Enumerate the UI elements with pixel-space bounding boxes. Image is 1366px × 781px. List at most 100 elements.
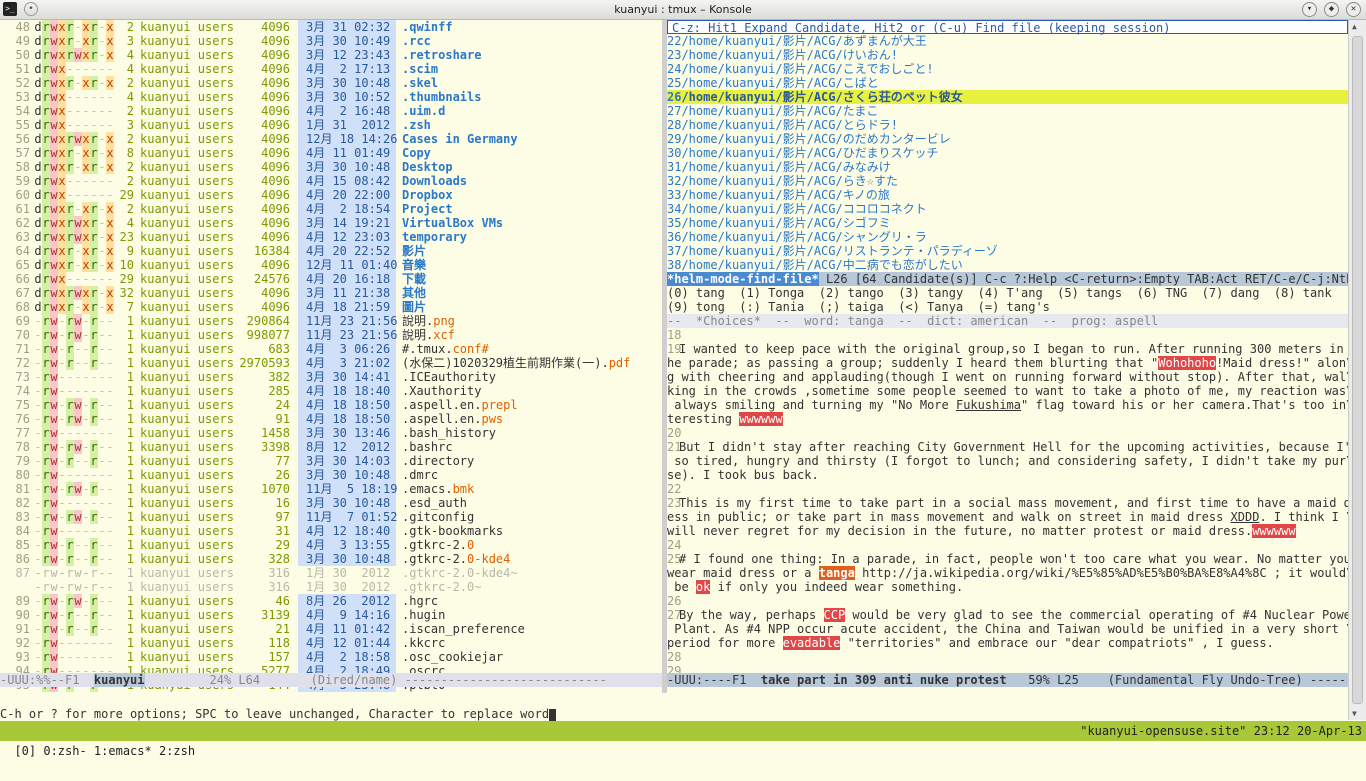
- dired-row[interactable]: 57 drwxr-xr-x 8 kuanyui users 4096 4月 11 01:4…: [0, 146, 662, 160]
- dired-row[interactable]: 75 -rw-rw-r-- 1 kuanyui users 24 4月 18 18:50.…: [0, 398, 662, 412]
- file-name[interactable]: .aspell.en.: [396, 398, 481, 412]
- file-name[interactable]: .osc_cookiejar: [396, 650, 503, 664]
- dired-row[interactable]: 85 -rw-r--r-- 1 kuanyui users 29 4月 3 13:55 .g…: [0, 538, 662, 552]
- minimize-button[interactable]: ▾: [1302, 2, 1317, 17]
- file-name[interactable]: .rcc: [396, 34, 431, 48]
- dired-row[interactable]: 58 drwxr-xr-x 2 kuanyui users 4096 3月 30 10:4…: [0, 160, 662, 174]
- scroll-up-icon[interactable]: ▲: [1352, 22, 1357, 31]
- dired-row[interactable]: 90 -rw-r--r-- 1 kuanyui users 3139 4月 9 14:16…: [0, 608, 662, 622]
- dired-row[interactable]: 62 drwxrwxr-x 4 kuanyui users 4096 3月 14 19:2…: [0, 216, 662, 230]
- file-name[interactable]: .dmrc: [396, 468, 438, 482]
- file-name[interactable]: Downloads: [396, 174, 467, 188]
- helm-candidate[interactable]: 23/home/kuanyui/影片/ACG/けいおん!: [667, 48, 1348, 62]
- dired-row[interactable]: 65 drwxr-xr-x 10 kuanyui users 4096 12月 11 01…: [0, 258, 662, 272]
- file-name[interactable]: 說明.: [396, 328, 433, 342]
- dired-row[interactable]: 74 -rw------- 1 kuanyui users 285 4月 18 18:40…: [0, 384, 662, 398]
- file-name[interactable]: temporary: [396, 230, 467, 244]
- maximize-button[interactable]: ◆: [1324, 2, 1339, 17]
- echo-area[interactable]: C-h or ? for more options; SPC to leave …: [0, 707, 1348, 721]
- dired-row[interactable]: 81 -rw-rw-r-- 1 kuanyui users 1070 11月 5 18:1…: [0, 482, 662, 496]
- file-name[interactable]: .Xauthority: [396, 384, 481, 398]
- file-name[interactable]: Project: [396, 202, 453, 216]
- helm-pane[interactable]: C-z: Hit1 Expand Candidate, Hit2 or (C-u…: [667, 20, 1348, 693]
- file-name[interactable]: .uim.d: [396, 104, 445, 118]
- file-name[interactable]: .iscan_preference: [396, 622, 525, 636]
- dired-row[interactable]: 73 -rw------- 1 kuanyui users 382 3月 30 14:41…: [0, 370, 662, 384]
- file-name[interactable]: .hgrc: [396, 594, 438, 608]
- file-name[interactable]: .thumbnails: [396, 90, 481, 104]
- dired-row[interactable]: 70 -rw-rw-r-- 1 kuanyui users 998077 11月 23 2…: [0, 328, 662, 342]
- dired-row[interactable]: 89 -rw-rw-r-- 1 kuanyui users 46 8月 26 2012 .h…: [0, 594, 662, 608]
- dired-row[interactable]: 84 -rw------- 1 kuanyui users 31 4月 12 18:40.…: [0, 524, 662, 538]
- file-name[interactable]: 影片: [396, 244, 426, 258]
- misspelled-word[interactable]: evadable: [782, 636, 841, 650]
- file-name[interactable]: .gtkrc-2.0-kde4~: [396, 566, 518, 580]
- scrollbar[interactable]: ▲ ▼: [1348, 20, 1366, 720]
- dired-row[interactable]: 76 -rw-rw-r-- 1 kuanyui users 91 4月 18 18:50.…: [0, 412, 662, 426]
- helm-candidate[interactable]: 33/home/kuanyui/影片/ACG/キノの旅: [667, 188, 1348, 202]
- scrollbar-thumb[interactable]: [1352, 36, 1363, 704]
- helm-candidate[interactable]: 29/home/kuanyui/影片/ACG/のだめカンタービレ: [667, 132, 1348, 146]
- helm-candidate[interactable]: 22/home/kuanyui/影片/ACG/あずまんが大王: [667, 34, 1348, 48]
- file-name[interactable]: (水保二)1020329植生前期作業(一).: [396, 356, 609, 370]
- file-name[interactable]: 下載: [396, 272, 426, 286]
- file-name[interactable]: .ICEauthority: [396, 370, 496, 384]
- helm-candidate[interactable]: 34/home/kuanyui/影片/ACG/ココロコネクト: [667, 202, 1348, 216]
- misspelled-word[interactable]: wwwwww: [1252, 524, 1296, 538]
- file-name[interactable]: Desktop: [396, 160, 453, 174]
- dired-row[interactable]: 69 -rw-rw-r-- 1 kuanyui users 290864 11月 23 2…: [0, 314, 662, 328]
- dired-row[interactable]: -rw-rw-r-- 1 kuanyui users 316 1月 30 2012 .gt…: [0, 580, 662, 594]
- file-name[interactable]: .retroshare: [396, 48, 481, 62]
- file-name[interactable]: 圖片: [396, 300, 426, 314]
- dired-row[interactable]: 64 drwxr-xr-x 9 kuanyui users 16384 4月 20 22:…: [0, 244, 662, 258]
- dired-row[interactable]: 72 -rw-r--r-- 1 kuanyui users 2970593 4月 3 21…: [0, 356, 662, 370]
- helm-candidate[interactable]: 32/home/kuanyui/影片/ACG/らき☆すた: [667, 174, 1348, 188]
- file-name[interactable]: .gtkrc-2.0~: [396, 580, 481, 594]
- dired-row[interactable]: 59 drwx------ 2 kuanyui users 4096 4月 15 08:4…: [0, 174, 662, 188]
- dired-row[interactable]: 55 drwx------ 3 kuanyui users 4096 1月 31 2012…: [0, 118, 662, 132]
- dired-row[interactable]: 86 -rw-r--r-- 1 kuanyui users 328 3月 30 10:48…: [0, 552, 662, 566]
- dired-row[interactable]: 93 -rw------- 1 kuanyui users 157 4月 2 18:58.…: [0, 650, 662, 664]
- helm-candidate[interactable]: 25/home/kuanyui/影片/ACG/こばと: [667, 76, 1348, 90]
- dired-row[interactable]: 48 drwxr-xr-x 2 kuanyui users 4096 3月 31 02:3…: [0, 20, 662, 34]
- dired-row[interactable]: 56 drwxrwxr-x 2 kuanyui users 4096 12月 18 14:…: [0, 132, 662, 146]
- current-misspelled-word[interactable]: tanga: [818, 566, 855, 580]
- dired-row[interactable]: 61 drwxr-xr-x 2 kuanyui users 4096 4月 2 18:54…: [0, 202, 662, 216]
- helm-candidate[interactable]: 36/home/kuanyui/影片/ACG/シャングリ・ラ: [667, 230, 1348, 244]
- dired-row[interactable]: 54 drwx------ 2 kuanyui users 4096 4月 2 16:48…: [0, 104, 662, 118]
- helm-candidate[interactable]: 24/home/kuanyui/影片/ACG/こえでおしごと!: [667, 62, 1348, 76]
- file-name[interactable]: #.tmux.: [396, 342, 453, 356]
- dired-row[interactable]: 71 -rw-r--r-- 1 kuanyui users 683 4月 3 06:26 #…: [0, 342, 662, 356]
- file-name[interactable]: .skel: [396, 76, 438, 90]
- file-name[interactable]: .bashrc: [396, 440, 453, 454]
- file-name[interactable]: .emacs.: [396, 482, 453, 496]
- file-name[interactable]: Dropbox: [396, 188, 453, 202]
- file-name[interactable]: .gtkrc-2.: [396, 552, 467, 566]
- file-name[interactable]: 說明.: [396, 314, 433, 328]
- helm-candidate[interactable]: 27/home/kuanyui/影片/ACG/たまこ: [667, 104, 1348, 118]
- file-name[interactable]: .zsh: [396, 118, 431, 132]
- dired-row[interactable]: 92 -rw------- 1 kuanyui users 118 4月 12 01:44…: [0, 636, 662, 650]
- dired-row[interactable]: 63 drwxrwxr-x 23 kuanyui users 4096 4月 12 23:…: [0, 230, 662, 244]
- helm-candidate[interactable]: 38/home/kuanyui/影片/ACG/中二病でも恋がしたい: [667, 258, 1348, 272]
- dired-pane[interactable]: 48 drwxr-xr-x 2 kuanyui users 4096 3月 31 02:3…: [0, 20, 662, 693]
- dired-row[interactable]: 82 -rw------- 1 kuanyui users 16 3月 30 10:48.…: [0, 496, 662, 510]
- misspelled-word[interactable]: CCP: [823, 608, 846, 622]
- misspelled-word[interactable]: ok: [695, 580, 711, 594]
- helm-candidate-list[interactable]: 22/home/kuanyui/影片/ACG/あずまんが大王 23/home/ku…: [667, 34, 1348, 272]
- dired-row[interactable]: 87 -rw-rw-r-- 1 kuanyui users 316 1月 30 2012.…: [0, 566, 662, 580]
- tmux-window-list[interactable]: [0] 0:zsh- 1:emacs* 2:zsh: [14, 744, 195, 758]
- file-name[interactable]: .bash_history: [396, 426, 496, 440]
- file-name[interactable]: .aspell.en.: [396, 412, 481, 426]
- dired-row[interactable]: 83 -rw-rw-r-- 1 kuanyui users 97 11月 7 01:52.…: [0, 510, 662, 524]
- dired-row[interactable]: 77 -rw------- 1 kuanyui users 1458 3月 30 13:4…: [0, 426, 662, 440]
- ispell-choices-2[interactable]: (9) tong (:) Tania (;) taiga (<) Tanya (…: [667, 300, 1348, 314]
- file-name[interactable]: .gitconfig: [396, 510, 474, 524]
- misspelled-word[interactable]: wwwwww: [739, 412, 783, 426]
- misspelled-word[interactable]: Wohohoho: [1158, 356, 1217, 370]
- file-name[interactable]: 音樂: [396, 258, 426, 272]
- helm-candidate[interactable]: 31/home/kuanyui/影片/ACG/みなみけ: [667, 160, 1348, 174]
- dired-row[interactable]: 79 -rw-r--r-- 1 kuanyui users 77 3月 30 14:03.…: [0, 454, 662, 468]
- file-name[interactable]: .directory: [396, 454, 474, 468]
- dired-row[interactable]: 68 drwxr-xr-x 7 kuanyui users 4096 4月 18 21:5…: [0, 300, 662, 314]
